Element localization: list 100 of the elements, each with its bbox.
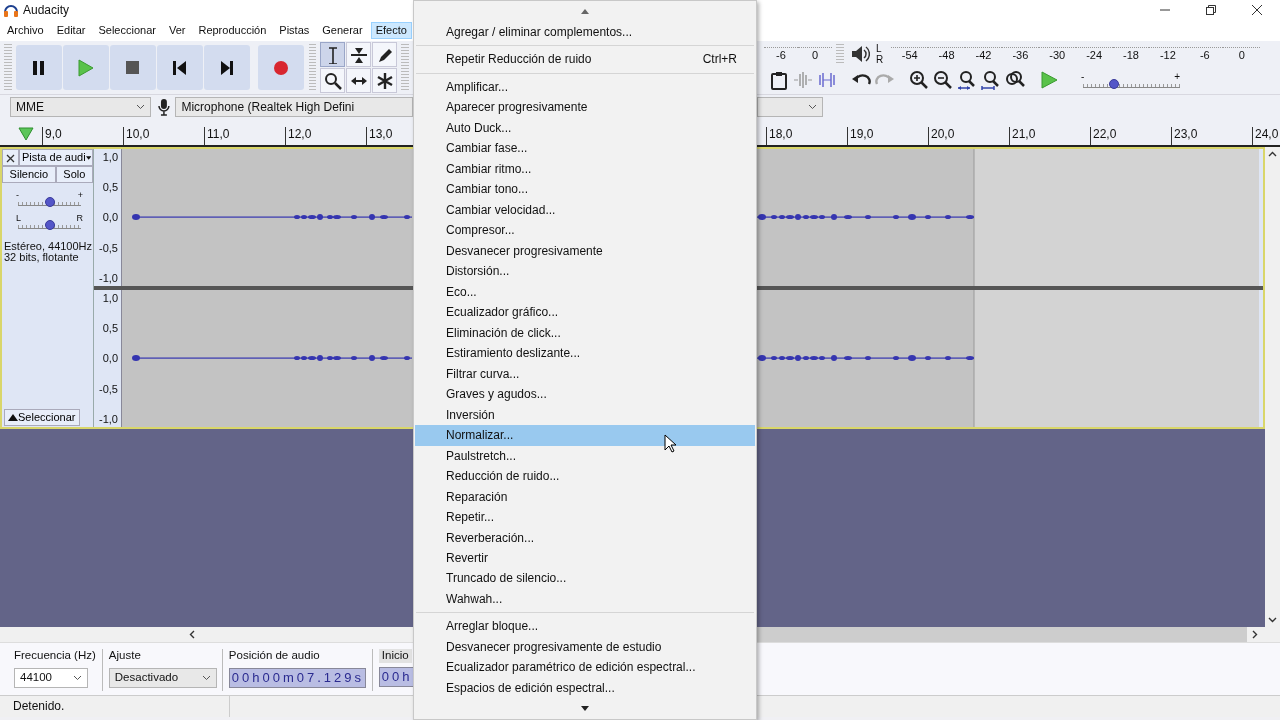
menu-item[interactable]: Cambiar ritmo... (415, 158, 755, 180)
host-dropdown[interactable]: MME (10, 97, 151, 117)
tool-button[interactable] (372, 68, 398, 93)
stop-button[interactable] (109, 45, 156, 90)
field-label: Ajuste (108, 649, 142, 663)
meter-tick: -24 (1075, 46, 1113, 61)
input-device-dropdown[interactable]: Microphone (Realtek High Defini (175, 97, 413, 117)
menu-item[interactable]: Auto Duck... (415, 117, 755, 139)
menu-item[interactable]: Reverberación... (415, 527, 755, 548)
menu-item[interactable]: Eliminación de click... (415, 322, 755, 344)
time-field[interactable]: 00h00m07.129s (228, 667, 366, 688)
menu-item[interactable]: Cambiar tono... (415, 179, 755, 200)
mouse-pointer-icon (664, 434, 676, 453)
mute-button[interactable]: Silencio (2, 166, 56, 183)
menu-item[interactable]: Efecto (370, 21, 412, 40)
skip-to-start-button[interactable] (156, 45, 203, 90)
ruler-label: 19,0 (847, 126, 928, 145)
menu-item[interactable]: Archivo (2, 21, 49, 40)
record-button[interactable] (257, 45, 304, 90)
scale-label: -0,5 (99, 241, 118, 255)
menu-item[interactable]: Arreglar bloque... (415, 616, 755, 637)
toolbar-grip[interactable] (308, 44, 317, 91)
playhead-button[interactable] (16, 127, 36, 141)
scale-label: -1,0 (99, 412, 118, 426)
vertical-scrollbar[interactable] (1265, 147, 1280, 627)
rate-dropdown[interactable]: 44100 (14, 667, 88, 688)
menu-item[interactable]: Filtrar curva... (415, 363, 755, 385)
pan-slider[interactable] (18, 223, 81, 229)
menu-item[interactable]: Ecualizador gráfico... (415, 302, 755, 323)
triangle-icon (18, 127, 34, 141)
output-device-dropdown[interactable] (757, 97, 823, 117)
track-name-button[interactable]: Pista de audi (19, 149, 93, 166)
skip-to-end-button[interactable] (203, 45, 250, 90)
menu-item[interactable]: Reproducción (193, 21, 272, 40)
tool-button[interactable] (372, 42, 398, 67)
field-label: Inicio (378, 649, 412, 663)
trim-audio-icon (793, 70, 813, 90)
menu-item[interactable]: Ecualizador paramétrico de edición espectral... (415, 657, 755, 678)
tool-button[interactable] (320, 68, 346, 93)
tool-button[interactable] (346, 68, 372, 93)
menu-item[interactable]: Seleccionar (93, 21, 161, 40)
menu-item[interactable]: Distorsión... (415, 261, 755, 282)
menu-item[interactable]: Compresor... (415, 220, 755, 241)
scrollbar-thumb[interactable] (757, 627, 1247, 642)
slider-thumb[interactable] (44, 220, 55, 230)
chevron-down-icon (808, 104, 817, 110)
menu-item[interactable]: Amplificar... (415, 76, 755, 98)
fit-selection-icon (957, 70, 977, 90)
pause-button[interactable] (15, 45, 62, 90)
toolbar-grip[interactable] (401, 44, 409, 91)
menu-item[interactable]: Espacios de edición espectral... (415, 677, 755, 699)
scroll-up-icon (1268, 151, 1277, 157)
ruler-label: 18,0 (766, 126, 847, 145)
menu-item[interactable]: Agregar / eliminar complementos... (415, 21, 755, 43)
time-field[interactable]: 00h (378, 666, 413, 687)
chevron-down-icon (201, 674, 211, 681)
scale-label: -0,5 (99, 382, 118, 396)
menu-item[interactable]: Graves y agudos... (415, 384, 755, 405)
solo-button[interactable]: Solo (55, 166, 93, 183)
menu-item[interactable]: Repetir Reducción de ruido Ctrl+R (415, 49, 755, 70)
slider-thumb[interactable] (1109, 79, 1120, 89)
menu-item[interactable]: Repetir... (415, 506, 755, 528)
slider-thumb[interactable] (44, 197, 55, 207)
meter-tick: 0 (798, 46, 832, 61)
menu-item[interactable]: Editar (51, 21, 91, 40)
tool-button[interactable] (320, 42, 346, 67)
gain-slider[interactable] (18, 200, 81, 206)
menu-item[interactable]: Ver (163, 21, 191, 40)
slider-min-label: L (16, 214, 21, 223)
envelope-tool-icon (349, 45, 368, 64)
speed-slider[interactable] (1083, 82, 1180, 88)
ruler-label: 20,0 (928, 126, 1009, 145)
menu-item[interactable]: Desvanecer progresivamente (415, 240, 755, 262)
menu-item[interactable]: Inversión (415, 404, 755, 426)
select-track-button[interactable]: Seleccionar (4, 409, 80, 426)
menu-item[interactable]: Reparación (415, 486, 755, 507)
menu-item[interactable]: Pistas (274, 21, 315, 40)
meter-tick: -36 (1001, 46, 1039, 61)
status-text: Detenido. (13, 699, 65, 714)
menu-item[interactable]: Truncado de silencio... (415, 568, 755, 589)
menu-item[interactable]: Desvanecer progresivamente de estudio (415, 636, 755, 658)
menu-item[interactable]: Paulstretch... (415, 445, 755, 466)
menu-item[interactable]: Aparecer progresivamente (415, 97, 755, 118)
snap-dropdown[interactable]: Desactivado (108, 667, 217, 688)
ruler-label: 11,0 (204, 126, 285, 145)
ruler-label: 23,0 (1171, 126, 1252, 145)
up-triangle-icon (8, 414, 18, 421)
menu-item[interactable]: Revertir (415, 547, 755, 569)
asterisk-icon (375, 71, 394, 90)
menu-item[interactable]: Estiramiento deslizante... (415, 343, 755, 364)
menu-item[interactable]: Generar (317, 21, 368, 40)
tool-button[interactable] (346, 42, 372, 67)
menu-item[interactable]: Eco... (415, 281, 755, 303)
menu-item[interactable]: Reducción de ruido... (415, 466, 755, 487)
meter-tick: -48 (928, 46, 965, 61)
fit-project-icon (981, 70, 1001, 90)
menu-item[interactable]: Cambiar velocidad... (415, 199, 755, 221)
menu-item[interactable]: Cambiar fase... (415, 138, 755, 159)
menu-item[interactable]: Wahwah... (415, 588, 755, 610)
menu-item[interactable]: Normalizar... (415, 425, 755, 446)
